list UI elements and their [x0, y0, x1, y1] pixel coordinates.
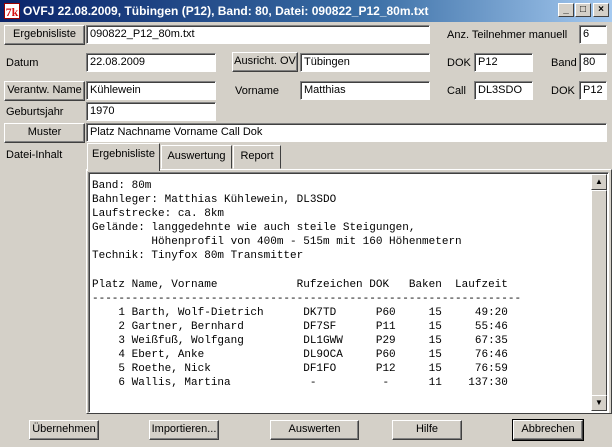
- content-line: Technik: Tinyfox 80m Transmitter: [92, 250, 304, 263]
- teilnehmer-field[interactable]: 6: [579, 25, 607, 44]
- verantw-name-field[interactable]: Kühlewein: [86, 81, 216, 100]
- main-window: 7k OVFJ 22.08.2009, Tübingen (P12), Band…: [0, 0, 612, 447]
- ergebnisliste-button[interactable]: Ergebnisliste: [4, 25, 85, 45]
- datum-field[interactable]: 22.08.2009: [86, 53, 216, 72]
- dok2-label: DOK: [551, 85, 575, 97]
- dok-label: DOK: [447, 57, 471, 69]
- tab-auswertung[interactable]: Auswertung: [161, 145, 232, 169]
- window-title: OVFJ 22.08.2009, Tübingen (P12), Band: 8…: [23, 4, 429, 18]
- geburtsjahr-field[interactable]: 1970: [86, 102, 216, 121]
- content-line: Platz Name, Vorname Rufzeichen DOK Baken…: [92, 278, 508, 291]
- content-line: [92, 264, 592, 278]
- band-label: Band: [551, 57, 577, 69]
- content-line: 5 Roethe, Nick DF1FO P12 15 76:59: [92, 363, 508, 376]
- content-line: Laufstrecke: ca. 8km: [92, 208, 225, 221]
- content-text: Band: 80m Bahnleger: Matthias Kühlewein, …: [92, 179, 592, 411]
- close-button[interactable]: ×: [593, 3, 609, 17]
- call-field[interactable]: DL3SDO: [474, 81, 533, 100]
- content-line: 6 Wallis, Martina - - 11 137:30: [92, 377, 508, 390]
- maximize-button[interactable]: □: [575, 3, 591, 17]
- scroll-up-icon[interactable]: ▲: [591, 174, 607, 190]
- muster-button[interactable]: Muster: [4, 123, 85, 143]
- band-field[interactable]: 80: [579, 53, 607, 72]
- verantw-name-button[interactable]: Verantw. Name: [4, 81, 85, 101]
- content-line: 3 Weißfuß, Wolfgang DL1GWW P29 15 67:35: [92, 335, 508, 348]
- dok-field[interactable]: P12: [474, 53, 533, 72]
- vorname-label: Vorname: [235, 85, 280, 97]
- uebernehmen-button[interactable]: Übernehmen: [29, 420, 99, 440]
- ausricht-ov-field[interactable]: Tübingen: [300, 53, 430, 72]
- tab-report[interactable]: Report: [233, 145, 281, 169]
- importieren-button[interactable]: Importieren...: [149, 420, 219, 440]
- content-line: 4 Ebert, Anke DL9OCA P60 15 76:46: [92, 349, 508, 362]
- datum-label: Datum: [6, 57, 39, 69]
- scroll-down-icon[interactable]: ▼: [591, 395, 607, 411]
- vertical-scrollbar[interactable]: ▲ ▼: [591, 174, 607, 411]
- scroll-thumb[interactable]: [591, 190, 607, 396]
- minimize-button[interactable]: _: [558, 3, 574, 17]
- tab-ergebnisliste[interactable]: Ergebnisliste: [87, 143, 160, 171]
- dok2-field[interactable]: P12: [579, 81, 607, 100]
- content-line: Höhenprofil von 400m - 515m mit 160 Höhe…: [92, 236, 462, 249]
- content-line: Band: 80m: [92, 180, 152, 192]
- app-icon: 7k: [4, 3, 20, 19]
- datei-inhalt-label: Datei-Inhalt: [6, 149, 63, 161]
- content-line: 1 Barth, Wolf-Dietrich DK7TD P60 15 49:2…: [92, 306, 508, 319]
- hilfe-button[interactable]: Hilfe: [392, 420, 462, 440]
- content-line: ----------------------------------------…: [92, 292, 522, 305]
- ausricht-ov-button[interactable]: Ausricht. OV: [232, 52, 298, 72]
- content-memo[interactable]: Band: 80m Bahnleger: Matthias Kühlewein, …: [88, 172, 609, 413]
- ergebnisliste-file-field[interactable]: 090822_P12_80m.txt: [86, 25, 430, 44]
- auswerten-button[interactable]: Auswerten: [270, 420, 359, 440]
- muster-field[interactable]: Platz Nachname Vorname Call Dok: [86, 123, 607, 142]
- geburtsjahr-label: Geburtsjahr: [6, 106, 64, 118]
- content-line: Gelände: langgedehnte wie auch steile St…: [92, 222, 416, 235]
- abbrechen-button[interactable]: Abbrechen: [512, 419, 584, 441]
- content-line: Bahnleger: Matthias Kühlewein, DL3SDO: [92, 194, 337, 207]
- call-label: Call: [447, 85, 466, 97]
- teilnehmer-label: Anz. Teilnehmer manuell: [447, 29, 568, 41]
- vorname-field[interactable]: Matthias: [300, 81, 430, 100]
- title-bar: 7k OVFJ 22.08.2009, Tübingen (P12), Band…: [0, 0, 612, 22]
- content-line: 2 Gartner, Bernhard DF7SF P11 15 55:46: [92, 320, 508, 333]
